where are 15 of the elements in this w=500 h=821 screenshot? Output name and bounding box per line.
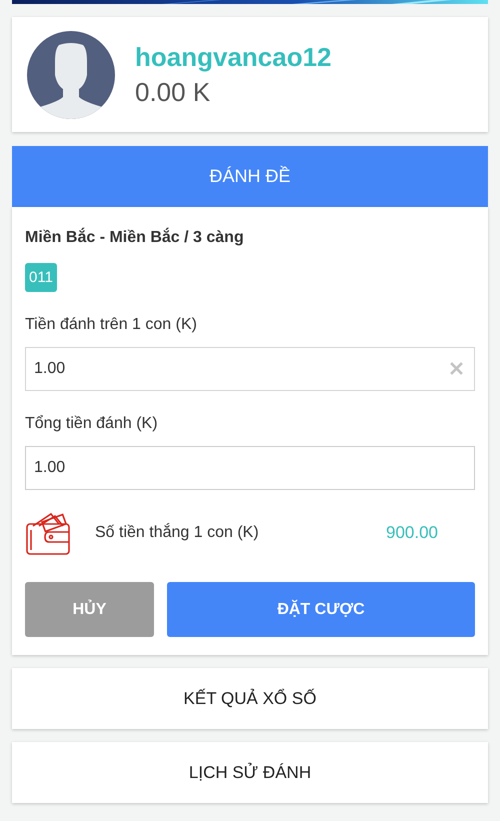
balance: 0.00 K [135,76,212,108]
field-label: Tổng tiền đánh (K) [25,415,158,433]
amount-field[interactable]: 1.00 [25,347,475,391]
wallet-icon [25,510,71,556]
amount-field[interactable]: 1.00 [25,446,475,490]
win-label: Số tiền thắng 1 con (K) [95,524,259,542]
game-title: Miền Bắc - Miền Bắc / 3 càng [25,229,244,247]
number-tag: 011 [25,263,57,292]
menu-button[interactable]: KẾT QUẢ XỔ SỐ [12,668,488,729]
field-label: Tiền đánh trên 1 con (K) [25,316,197,334]
clear-icon[interactable] [450,362,463,375]
username: hoangvancao12 [135,42,332,72]
panel-header: ĐÁNH ĐỀ [12,146,488,207]
menu-button[interactable]: LỊCH SỬ ĐÁNH [12,742,488,803]
win-amount: 900.00 [386,523,438,543]
